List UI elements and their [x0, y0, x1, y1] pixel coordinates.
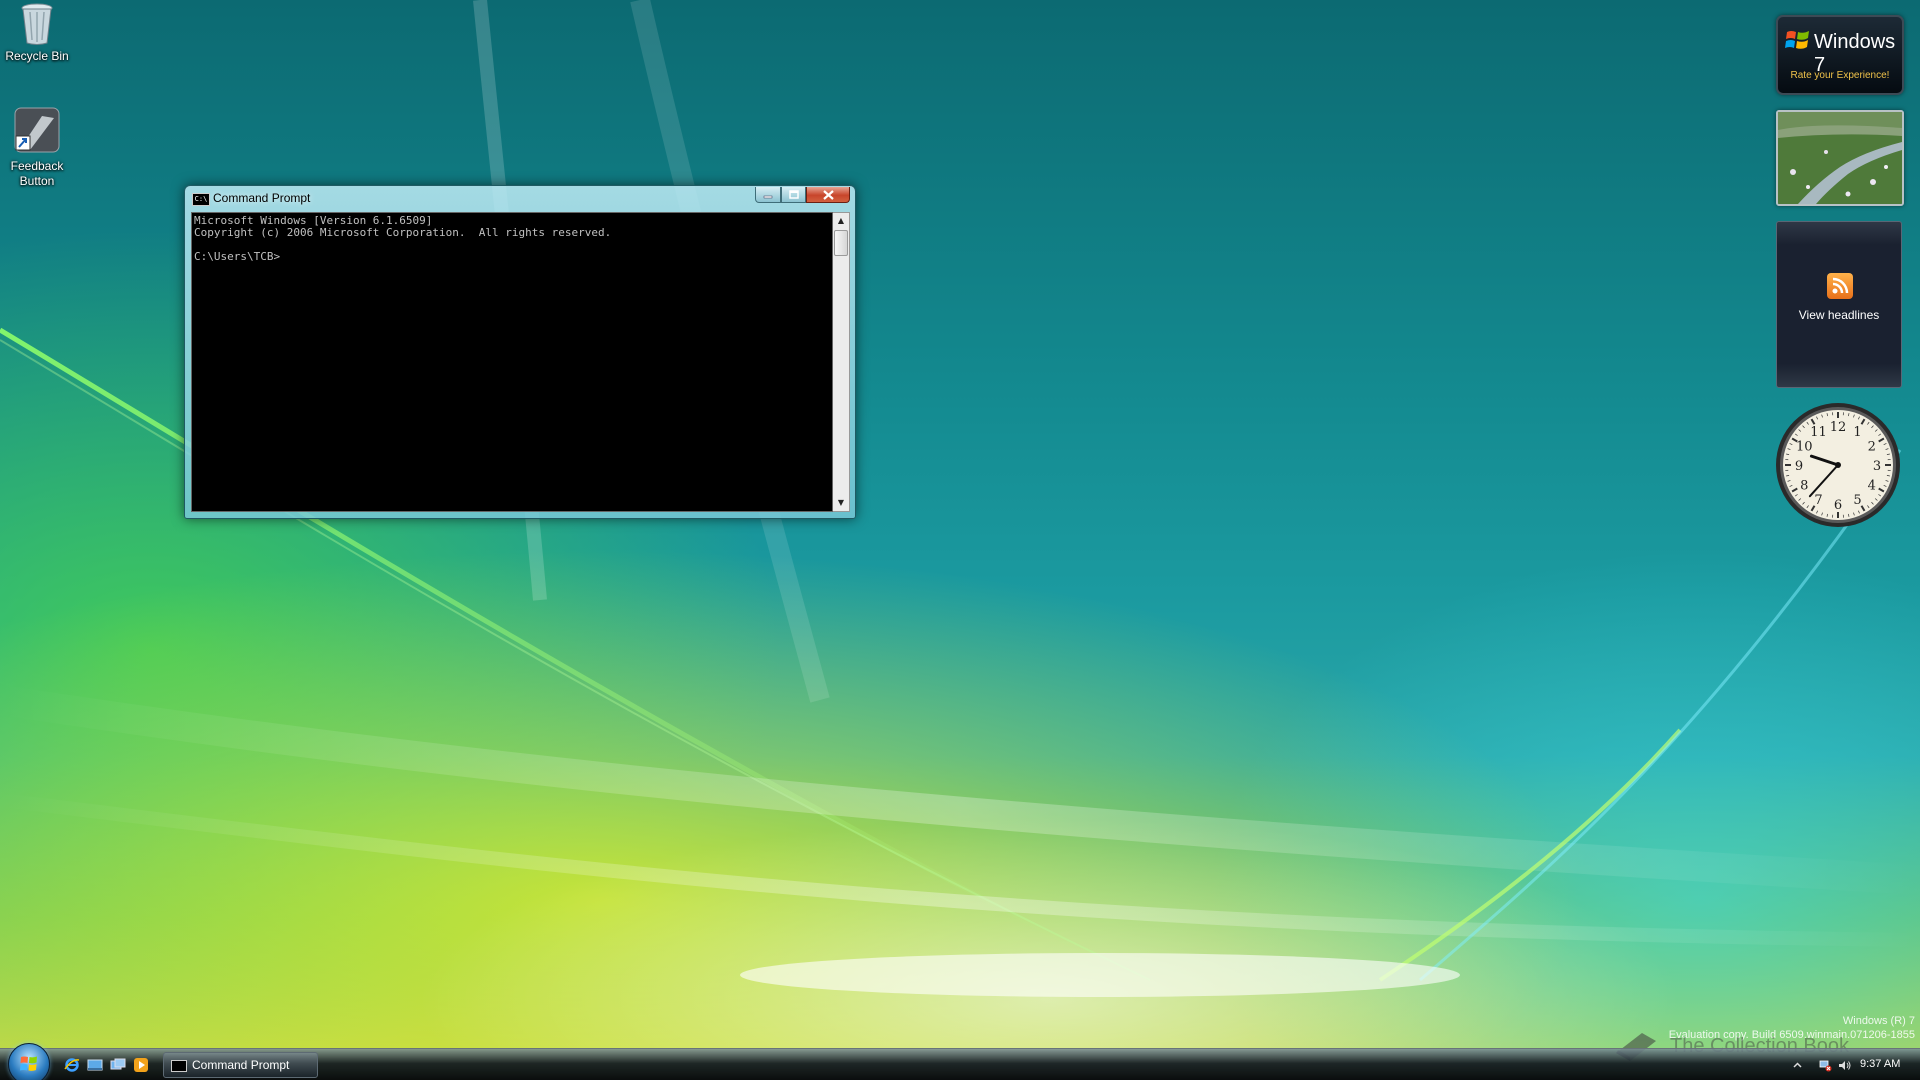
- clock-number: 2: [1868, 440, 1876, 455]
- switch-windows-icon[interactable]: [110, 1057, 126, 1073]
- desktop-icon-label: Recycle Bin: [5, 49, 69, 63]
- cmd-icon: C:\: [192, 193, 210, 206]
- scroll-up-icon[interactable]: ▲: [833, 213, 849, 229]
- clock-number: 4: [1868, 479, 1876, 494]
- maximize-button[interactable]: [781, 187, 806, 203]
- media-player-icon[interactable]: [133, 1057, 149, 1073]
- scrollbar-thumb[interactable]: [834, 230, 848, 256]
- maximize-icon: [788, 190, 799, 199]
- windows-flag-icon: [1785, 31, 1809, 49]
- network-icon[interactable]: [1819, 1059, 1832, 1072]
- scroll-down-icon[interactable]: ▼: [833, 495, 849, 511]
- clock-number: 12: [1830, 420, 1847, 435]
- windows-logo-icon: [20, 1056, 37, 1071]
- taskbar-button-label: Command Prompt: [192, 1058, 290, 1072]
- volume-icon[interactable]: [1838, 1059, 1851, 1072]
- desktop-icon-recycle-bin[interactable]: Recycle Bin: [0, 2, 75, 64]
- internet-explorer-icon[interactable]: [64, 1057, 80, 1073]
- show-hidden-icons-chevron-icon[interactable]: [1791, 1059, 1804, 1072]
- clock-number: 6: [1834, 498, 1842, 513]
- clock-number: 3: [1873, 459, 1881, 474]
- start-button[interactable]: [8, 1043, 50, 1080]
- close-icon: [822, 189, 834, 200]
- window-titlebar[interactable]: C:\ Command Prompt: [185, 186, 855, 210]
- console-area[interactable]: Microsoft Windows [Version 6.1.6509] Cop…: [191, 212, 833, 512]
- clock-number: 9: [1795, 459, 1803, 474]
- feedback-icon: [14, 107, 60, 153]
- minimize-icon: [763, 195, 773, 198]
- show-desktop-icon[interactable]: [87, 1057, 103, 1073]
- close-button[interactable]: [806, 187, 850, 203]
- view-headlines-link[interactable]: View headlines: [1777, 308, 1901, 322]
- vertical-scrollbar[interactable]: ▲ ▼: [833, 212, 850, 512]
- feed-headlines-gadget[interactable]: View headlines: [1776, 221, 1902, 388]
- console-text: Microsoft Windows [Version 6.1.6509] Cop…: [194, 214, 612, 263]
- recycle-bin-icon: [21, 3, 53, 45]
- clock-number: 10: [1796, 440, 1813, 455]
- windows7-gadget[interactable]: Windows 7 Rate your Experience!: [1776, 15, 1904, 95]
- cmd-icon: [171, 1060, 187, 1072]
- gadget-subtitle[interactable]: Rate your Experience!: [1778, 70, 1902, 81]
- watermark-line1: Windows (R) 7: [1842, 1015, 1915, 1027]
- window-title: Command Prompt: [213, 191, 311, 205]
- clock-number: 8: [1800, 479, 1808, 494]
- desktop-icon-feedback-button[interactable]: Feedback Button: [0, 106, 75, 189]
- minimize-button[interactable]: [755, 187, 781, 203]
- desktop-icon-label: Feedback Button: [10, 159, 64, 188]
- clock-number: 7: [1814, 493, 1822, 508]
- desktop: Recycle Bin Feedback Button C:\ Command …: [0, 0, 1920, 1080]
- clock-number: 11: [1810, 425, 1827, 440]
- slideshow-gadget[interactable]: [1776, 110, 1904, 206]
- taskbar-button-command-prompt[interactable]: Command Prompt: [163, 1052, 318, 1078]
- clock-face: 12 12 3 45678 9 1011: [1776, 403, 1900, 527]
- wallpaper-waves: [0, 0, 1920, 997]
- tray-clock[interactable]: 9:37 AM: [1860, 1058, 1900, 1070]
- command-prompt-window[interactable]: C:\ Command Prompt Microsoft Windows [Ve…: [184, 185, 856, 519]
- clock-number: 1: [1853, 425, 1861, 440]
- rss-feed-icon[interactable]: [1827, 273, 1853, 299]
- clock-gadget[interactable]: 12 1 2 3 4 5 6 7 8 9 10 11: [1774, 401, 1902, 529]
- clock-number: 5: [1853, 493, 1861, 508]
- slideshow-photo: [1778, 112, 1902, 204]
